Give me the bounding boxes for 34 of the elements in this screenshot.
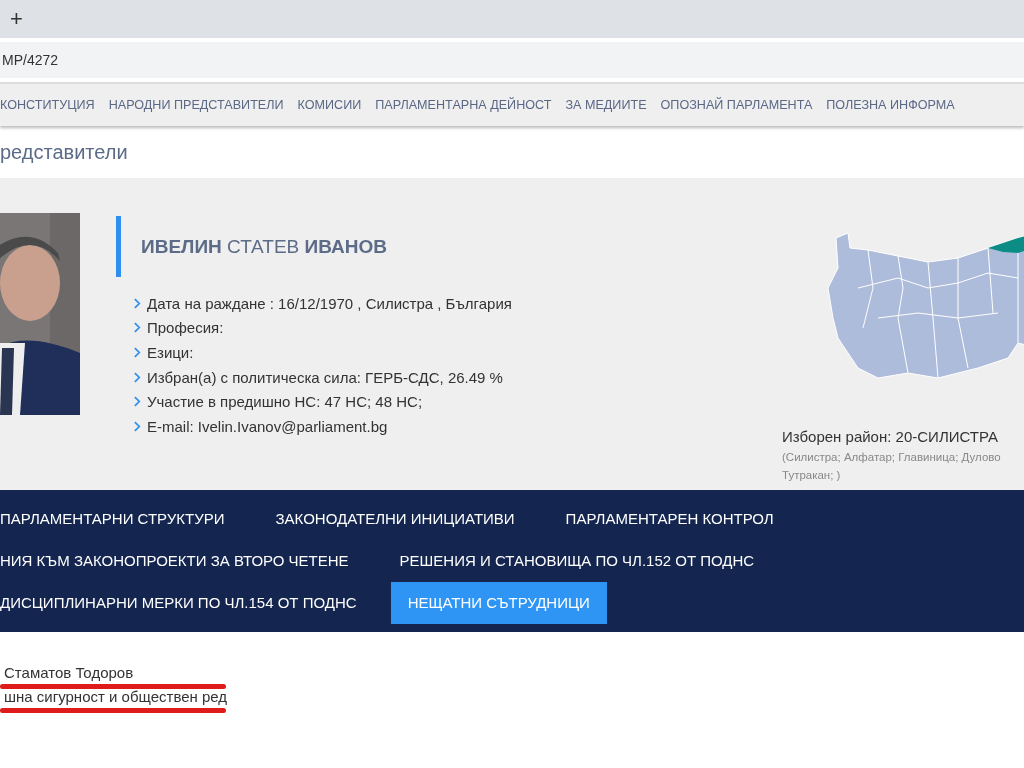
menu-item[interactable]: ПАРЛАМЕНТАРНА ДЕЙНОСТ (375, 98, 552, 112)
section-tab[interactable]: ЗАКОНОДАТЕЛНИ ИНИЦИАТИВИ (258, 498, 532, 540)
menu-item[interactable]: КОМИСИИ (297, 98, 362, 112)
page-title: редставители (0, 140, 128, 164)
municipalities-text: (Силистра; Алфатар; Главиница; Дулово (782, 451, 1002, 463)
menu-item[interactable]: ПОЛЕЗНА ИНФОРМА (826, 98, 955, 112)
person-name: ИВЕЛИН СТАТЕВ ИВАНОВ (141, 235, 387, 258)
district-label: Изборен район: 20-СИЛИСТРА (782, 428, 999, 445)
municipalities-text: Тутракан; ) (782, 469, 842, 481)
chevron-icon (134, 322, 141, 334)
content-text: шна сигурност и обществен ред (3, 688, 228, 705)
content-text: Стаматов Тодоров (3, 664, 134, 681)
menu-item[interactable]: ЗА МЕДИИТЕ (565, 98, 647, 112)
menu-item[interactable]: НАРОДНИ ПРЕДСТАВИТЕЛИ (108, 98, 284, 112)
chevron-icon (134, 371, 141, 383)
fact-text: Дата на раждане : 16/12/1970 , Силистра , България (147, 294, 512, 312)
chevron-icon (134, 420, 141, 432)
menu-item[interactable]: КОНСТИТУЦИЯ (0, 98, 95, 112)
address-bar[interactable]: MP/4272 (0, 42, 1024, 78)
section-tab[interactable]: ДИСЦИПЛИНАРНИ МЕРКИ ПО ЧЛ.154 ОТ ПОДНС (0, 582, 374, 624)
section-tab[interactable]: НИЯ КЪМ ЗАКОНОПРОЕКТИ ЗА ВТОРО ЧЕТЕНЕ (0, 540, 366, 582)
chevron-icon (134, 297, 141, 309)
fact-text: Професия: (147, 319, 224, 337)
section-tab[interactable]: ПАРЛАМЕНТАРЕН КОНТРОЛ (548, 498, 791, 540)
fact-text: Участие в предишно НС: 47 НС; 48 НС; (147, 393, 423, 411)
fact-text: E-mail: Ivelin.Ivanov@parliament.bg (147, 417, 388, 435)
chevron-icon (134, 347, 141, 358)
section-tab[interactable]: РЕШЕНИЯ И СТАНОВИЩА ПО ЧЛ.152 ОТ ПОДНС (382, 540, 772, 582)
menu-item[interactable]: ОПОЗНАЙ ПАРЛАМЕНТА (660, 98, 813, 112)
chevron-icon (134, 396, 141, 408)
fact-text: Избран(а) с политическа сила: ГЕРБ-СДС, 26.49 % (147, 368, 503, 386)
fact-text: Езици: (147, 344, 194, 361)
section-tab[interactable]: ПАРЛАМЕНТАРНИ СТРУКТУРИ (0, 498, 242, 540)
new-tab-button[interactable]: + (10, 6, 23, 32)
